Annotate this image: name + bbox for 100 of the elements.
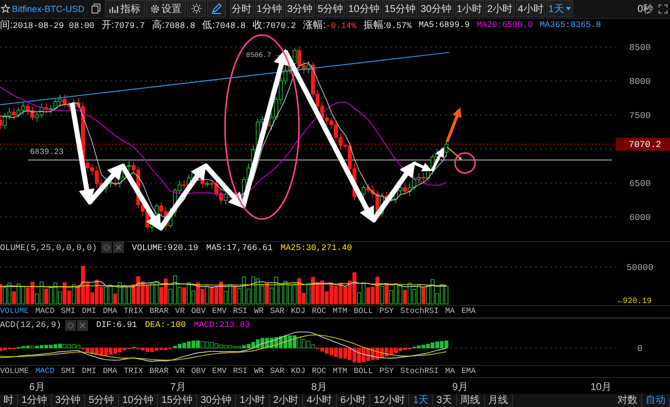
- indicator-tab[interactable]: DMI: [82, 367, 96, 376]
- indicator-tab[interactable]: KDJ: [290, 307, 306, 316]
- fullscreen-icon[interactable]: [658, 4, 668, 14]
- sun-icon: [190, 3, 202, 14]
- indicator-tab[interactable]: MA: [445, 307, 455, 316]
- indicator-tab[interactable]: TRIX: [124, 367, 143, 376]
- period-tab[interactable]: 4小时: [303, 394, 337, 407]
- indicator-tab[interactable]: ROC: [312, 307, 326, 316]
- period-tab[interactable]: 2小时: [485, 0, 515, 18]
- indicator-tab[interactable]: OBV: [191, 367, 206, 376]
- indicator-tab[interactable]: BRAR: [149, 307, 169, 316]
- indicator-tab[interactable]: BOLL: [354, 367, 373, 376]
- indicator-tab[interactable]: StochRSI: [400, 367, 439, 376]
- indicator-tab[interactable]: SAR: [270, 307, 284, 316]
- toolbar-button[interactable]: 指标: [104, 0, 145, 18]
- indicator-tab[interactable]: PSY: [379, 367, 394, 376]
- toolbar-button[interactable]: 设置: [146, 0, 186, 18]
- period-tab[interactable]: 4小时: [516, 0, 546, 18]
- period-tab[interactable]: 分时: [230, 0, 254, 18]
- scale-button[interactable]: 自动: [642, 394, 670, 407]
- indicator-tab[interactable]: StochRSI: [400, 307, 439, 316]
- period-tab[interactable]: 时: [0, 394, 18, 407]
- period-tab[interactable]: 12小时: [370, 394, 410, 407]
- close-icon[interactable]: [77, 320, 88, 331]
- period-tab[interactable]: 3天: [433, 394, 457, 407]
- indicator-tab[interactable]: EMV: [212, 307, 227, 316]
- indicator-tab[interactable]: DMA: [102, 307, 118, 316]
- brightness-button[interactable]: [186, 0, 206, 18]
- period-tab[interactable]: 15分钟: [382, 0, 418, 18]
- indicator-tab[interactable]: BOLL: [354, 307, 373, 316]
- period-tab[interactable]: 月线: [484, 394, 513, 407]
- star-icon[interactable]: [1, 4, 10, 14]
- period-tab[interactable]: 3分钟: [52, 394, 86, 407]
- month-label: 10月: [590, 381, 612, 394]
- settings-icon[interactable]: [65, 320, 76, 331]
- axis-label: 8000: [629, 76, 651, 87]
- indicator-tab[interactable]: OBV: [191, 307, 206, 316]
- price-tag: 7070.2: [616, 137, 670, 150]
- indicator-tab[interactable]: VR: [175, 307, 185, 316]
- indicator-tab[interactable]: DMI: [82, 307, 96, 316]
- draw-button[interactable]: [206, 0, 226, 18]
- indicator-tab[interactable]: WR: [254, 367, 264, 376]
- month-label: 7月: [170, 381, 186, 394]
- period-tab[interactable]: 5分钟: [85, 394, 119, 407]
- period-tab[interactable]: 10分钟: [118, 394, 158, 407]
- period-tab[interactable]: 30分钟: [196, 394, 236, 407]
- indicator-tab[interactable]: MTM: [332, 367, 348, 376]
- indicator-tab[interactable]: MACD: [35, 307, 55, 316]
- indicator-tab[interactable]: VOLUME: [0, 367, 29, 376]
- axis-label: 0: [637, 344, 643, 354]
- indicator-tab[interactable]: EMA: [461, 367, 476, 376]
- scale-button[interactable]: 对数: [614, 394, 642, 407]
- indicator-tab[interactable]: ROC: [312, 367, 326, 376]
- indicator-reading: MACD:213.83: [194, 320, 250, 330]
- indicator-tab[interactable]: MA: [445, 367, 455, 376]
- period-tab[interactable]: 1天: [409, 394, 433, 407]
- period-tab[interactable]: 1分钟: [254, 0, 284, 18]
- period-tab[interactable]: 1天: [546, 0, 573, 18]
- period-tab[interactable]: 1分钟: [18, 394, 52, 407]
- indicator-tab[interactable]: SMI: [61, 367, 76, 376]
- period-tab[interactable]: 1小时: [454, 0, 484, 18]
- settings-icon[interactable]: [100, 242, 112, 254]
- indicator-tab[interactable]: EMA: [461, 307, 476, 316]
- indicator-tab[interactable]: TRIX: [124, 307, 143, 316]
- close-icon[interactable]: [112, 242, 124, 254]
- indicator-tab[interactable]: WR: [254, 307, 264, 316]
- axis-label: 6500: [629, 178, 651, 189]
- info-reading: 收:7070.2: [252, 18, 296, 31]
- period-tab[interactable]: 3分钟: [285, 0, 315, 18]
- axis-label: 50000: [626, 263, 654, 274]
- info-reading: 低:7048.8: [202, 18, 246, 31]
- indicator-tab[interactable]: PSY: [379, 307, 394, 316]
- indicator-tab[interactable]: RSI: [233, 307, 248, 316]
- chart-icon: [108, 4, 119, 14]
- indicator-tab[interactable]: DMA: [102, 367, 118, 376]
- indicator-tab[interactable]: SAR: [270, 367, 284, 376]
- indicator-tab[interactable]: VOLUME: [0, 307, 29, 316]
- pen-icon: [210, 3, 222, 14]
- indicator-tab[interactable]: VR: [175, 367, 185, 376]
- info-reading: 开:7079.7: [101, 18, 145, 31]
- period-tab[interactable]: 2小时: [270, 394, 304, 407]
- indicator-tab[interactable]: MACD: [35, 367, 55, 376]
- indicator-reading: DIF:6.91: [96, 320, 138, 330]
- indicator-tab[interactable]: MTM: [332, 307, 348, 316]
- indicator-reading: DEA:-100: [145, 320, 186, 330]
- indicator-tab[interactable]: BRAR: [149, 367, 169, 376]
- info-reading: MA5:6899.9: [418, 20, 470, 30]
- indicator-tab[interactable]: RSI: [233, 367, 248, 376]
- period-tab[interactable]: 30分钟: [418, 0, 454, 18]
- indicator-tab[interactable]: EMV: [212, 367, 227, 376]
- indicator-tab[interactable]: SMI: [61, 307, 76, 316]
- period-tab[interactable]: 5分钟: [316, 0, 346, 18]
- copy-icon[interactable]: [90, 3, 101, 14]
- info-reading: 间:2018-08-29 08:00: [0, 18, 94, 31]
- period-tab[interactable]: 1小时: [236, 394, 270, 407]
- period-tab[interactable]: 15分钟: [158, 394, 197, 407]
- indicator-tab[interactable]: KDJ: [290, 367, 306, 376]
- period-tab[interactable]: 6小时: [336, 394, 370, 407]
- period-tab[interactable]: 周线: [456, 394, 485, 407]
- period-tab[interactable]: 10分钟: [346, 0, 382, 18]
